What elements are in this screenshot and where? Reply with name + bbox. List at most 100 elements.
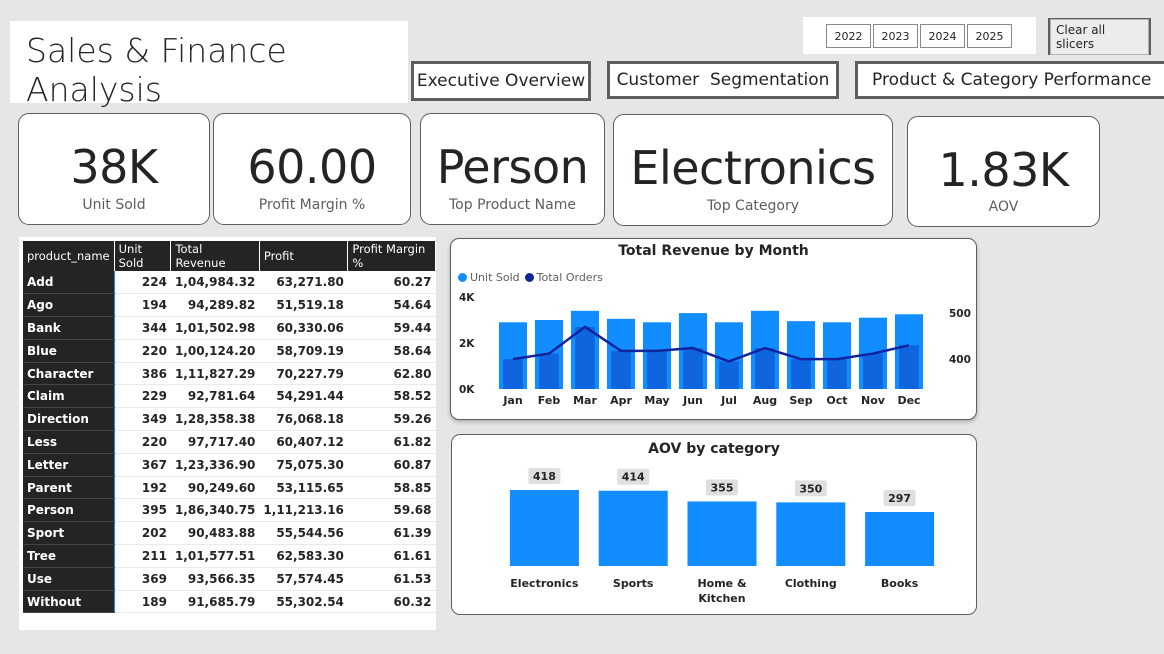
table-row[interactable]: Tree 211 1,01,577.51 62,583.30 61.61: [23, 544, 436, 568]
nav-customer-segmentation-button[interactable]: Customer Segmentation: [607, 61, 839, 99]
value-cell: 1,04,984.32: [170, 271, 260, 295]
year-chip-2023[interactable]: 2023: [873, 24, 918, 48]
year-chip-2025[interactable]: 2025: [967, 24, 1012, 48]
table-row[interactable]: Without 189 91,685.79 55,302.54 60.32: [23, 590, 436, 614]
product-name-cell: Without: [23, 590, 115, 614]
value-cell: 61.53: [347, 567, 436, 591]
value-cell: 194: [114, 293, 171, 318]
kpi-value: 60.00: [247, 140, 377, 194]
value-cell: 386: [114, 362, 171, 386]
table-row[interactable]: Character 386 1,11,827.29 70,227.79 62.80: [23, 362, 436, 386]
bar-total-orders: [899, 345, 919, 389]
column-header[interactable]: product_name: [23, 241, 115, 271]
x-tick-label: Dec: [897, 394, 920, 407]
nav-label: Executive Overview: [416, 71, 586, 91]
y-tick-label-right: 400: [949, 354, 971, 366]
table-row[interactable]: Letter 367 1,23,336.90 75,075.30 60.87: [23, 453, 436, 477]
column-header[interactable]: Profit: [259, 241, 349, 271]
value-cell: 90,249.60: [170, 476, 260, 500]
x-tick-label: Feb: [538, 394, 561, 407]
kpi-label: AOV: [988, 199, 1019, 215]
product-name-cell: Blue: [23, 339, 115, 363]
value-cell: 1,86,340.75: [170, 498, 260, 523]
x-tick-label: Electronics: [510, 577, 579, 590]
x-tick-label: Apr: [610, 394, 632, 407]
year-chip-2022[interactable]: 2022: [826, 24, 871, 48]
bar-total-orders: [791, 359, 811, 389]
value-cell: 57,574.45: [259, 567, 348, 591]
data-label: 355: [711, 481, 734, 494]
value-cell: 1,28,358.38: [170, 407, 260, 432]
product-name-cell: Character: [23, 362, 115, 386]
value-cell: 211: [114, 544, 171, 568]
year-chip-2024[interactable]: 2024: [920, 24, 965, 48]
product-name-cell: Claim: [23, 384, 115, 409]
x-tick-label: May: [644, 394, 669, 407]
x-tick-label: Jun: [682, 394, 703, 407]
product-name-cell: Bank: [23, 316, 115, 340]
table-row[interactable]: Less 220 97,717.40 60,407.12 61.82: [23, 430, 436, 454]
clear-slicers-label: Clear all slicers: [1050, 18, 1149, 55]
product-name-cell: Less: [23, 430, 115, 454]
revenue-by-month-card: Total Revenue by Month Unit Sold Total O…: [450, 238, 977, 420]
bar-total-orders: [719, 361, 739, 389]
data-label: 297: [888, 492, 911, 505]
table-row[interactable]: Claim 229 92,781.64 54,291.44 58.52: [23, 384, 436, 409]
bar-total-orders: [575, 326, 595, 389]
product-name-cell: Use: [23, 567, 115, 591]
revenue-chart-svg: 0K 2K 4K 400 500 Jan Feb Mar Apr May Jun Jul Aug Sep O…: [459, 292, 971, 407]
x-tick-label: Clothing: [785, 577, 837, 590]
bar-aov: [509, 490, 579, 566]
kpi-value: Electronics: [630, 141, 876, 195]
bar-total-orders: [683, 348, 703, 389]
value-cell: 55,544.56: [259, 521, 348, 546]
bar-total-orders: [647, 350, 667, 389]
value-cell: 91,685.79: [170, 590, 260, 614]
table-row[interactable]: Ago 194 94,289.82 51,519.18 54.64: [23, 293, 436, 318]
bar-total-orders: [755, 348, 775, 389]
value-cell: 1,00,124.20: [170, 339, 260, 363]
table-row[interactable]: Sport 202 90,483.88 55,544.56 61.39: [23, 521, 436, 546]
value-cell: 189: [114, 590, 171, 614]
value-cell: 60.87: [347, 453, 436, 477]
y-tick-label-left: 2K: [459, 338, 475, 350]
value-cell: 60,407.12: [259, 430, 348, 454]
value-cell: 229: [114, 384, 171, 409]
table-row[interactable]: Person 395 1,86,340.75 1,11,213.16 59.68: [23, 498, 436, 523]
bar-total-orders: [611, 350, 631, 389]
bar-aov: [687, 501, 757, 566]
table-row[interactable]: Add 224 1,04,984.32 63,271.80 60.27: [23, 271, 436, 295]
value-cell: 59.68: [347, 498, 436, 523]
nav-executive-overview-button[interactable]: Executive Overview: [411, 61, 591, 101]
table-row[interactable]: Direction 349 1,28,358.38 76,068.18 59.26: [23, 407, 436, 432]
kpi-value: 1.83K: [938, 143, 1069, 197]
value-cell: 94,289.82: [170, 293, 260, 318]
bar-aov: [865, 512, 935, 566]
bar-aov: [598, 490, 668, 566]
x-tick-label: Jan: [502, 394, 522, 407]
data-label: 414: [622, 471, 645, 484]
value-cell: 1,01,577.51: [170, 544, 260, 568]
clear-slicers-button[interactable]: Clear all slicers: [1048, 18, 1151, 55]
nav-product-category-button[interactable]: Product & Category Performance: [855, 61, 1164, 99]
product-table-panel: product_name Unit Sold Total Revenue Pro…: [19, 237, 436, 630]
column-header[interactable]: Profit Margin %: [347, 241, 436, 271]
y-tick-label-left: 0K: [459, 384, 475, 396]
y-tick-label-left: 4K: [459, 292, 475, 304]
table-row[interactable]: Parent 192 90,249.60 53,115.65 58.85: [23, 476, 436, 500]
table-row[interactable]: Blue 220 1,00,124.20 58,709.19 58.64: [23, 339, 436, 363]
value-cell: 58.85: [347, 476, 436, 500]
value-cell: 92,781.64: [170, 384, 260, 409]
product-name-cell: Direction: [23, 407, 115, 432]
bar-total-orders: [503, 359, 523, 389]
value-cell: 63,271.80: [259, 271, 348, 295]
column-header[interactable]: Unit Sold: [114, 241, 172, 271]
column-header[interactable]: Total Revenue: [170, 241, 260, 271]
table-row[interactable]: Bank 344 1,01,502.98 60,330.06 59.44: [23, 316, 436, 340]
x-tick-label: Nov: [861, 394, 886, 407]
value-cell: 58.64: [347, 339, 436, 363]
value-cell: 93,566.35: [170, 567, 260, 591]
year-slicer: 2022 2023 2024 2025: [803, 17, 1036, 54]
aov-by-category-card: AOV by category 418 Electronics 414 Sports 3…: [451, 434, 977, 615]
table-row[interactable]: Use 369 93,566.35 57,574.45 61.53: [23, 567, 436, 591]
